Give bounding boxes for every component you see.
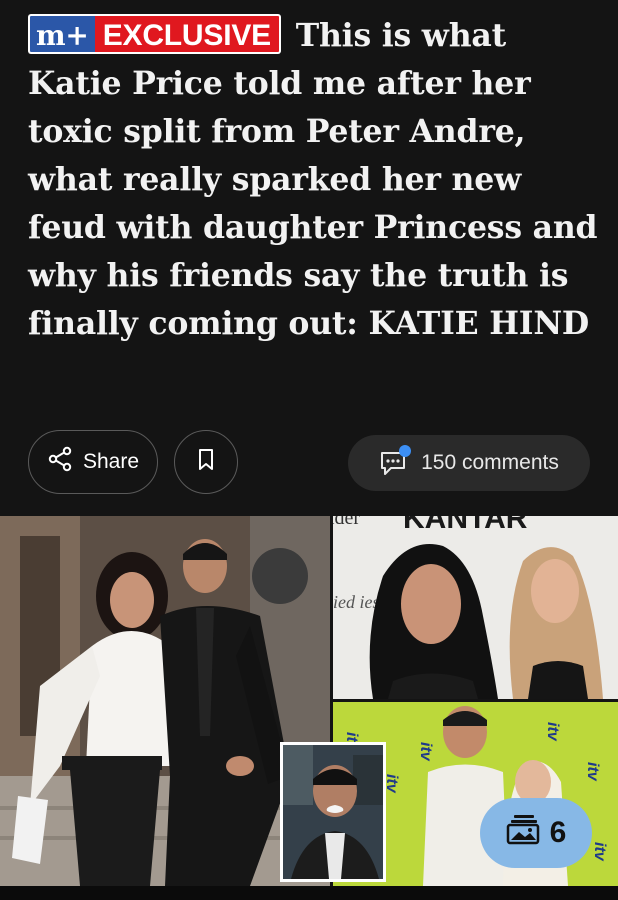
mail-plus-logo: m+ [28, 14, 95, 54]
share-icon [47, 446, 73, 478]
backdrop-text-side: ied ies [333, 592, 380, 612]
svg-text:itv: itv [584, 762, 601, 782]
notification-dot [399, 445, 412, 457]
comments-button[interactable]: 150 comments [348, 435, 590, 491]
bookmark-button[interactable] [174, 430, 238, 494]
headline-text: This is what Katie Price told me after h… [28, 17, 598, 342]
image-stack-icon [506, 813, 540, 853]
peter-andre-inset-photo[interactable] [280, 742, 386, 882]
bottom-edge [0, 886, 618, 900]
kantar-backdrop-text: KANTAR [403, 516, 528, 535]
gallery-count: 6 [549, 816, 567, 849]
share-label: Share [82, 450, 140, 473]
bookmark-icon [196, 448, 216, 477]
exclusive-badge: m+ EXCLUSIVE [28, 14, 281, 54]
comments-count-label: 150 comments [421, 451, 559, 474]
svg-text:itv: itv [417, 742, 434, 762]
gallery-count-button[interactable]: 6 [480, 798, 592, 868]
katie-princess-photo[interactable]: KANTAR ider ied ies [333, 516, 618, 699]
svg-text:itv: itv [591, 842, 608, 862]
backdrop-text-corner: ider [333, 516, 360, 529]
share-button[interactable]: Share [28, 430, 158, 494]
exclusive-label: EXCLUSIVE [94, 14, 281, 54]
article-image-collage[interactable]: KANTAR ider ied ies itv itv itv itv itv … [0, 516, 618, 886]
svg-text:itv: itv [544, 722, 561, 742]
article-headline[interactable]: m+ EXCLUSIVE This is what Katie Price to… [28, 12, 598, 348]
article-actions: Share 150 comments [28, 430, 590, 494]
comment-bubble-icon [379, 445, 412, 477]
